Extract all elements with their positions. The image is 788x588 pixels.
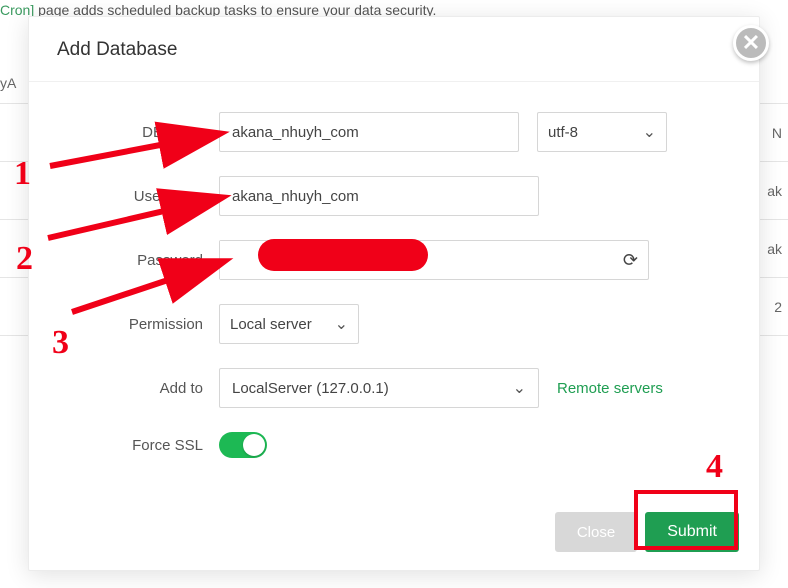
arrow-2-icon (48, 192, 228, 242)
permission-select[interactable]: Local server ⌄ (219, 304, 359, 344)
label-forcessl: Force SSL (69, 437, 219, 454)
label-addto: Add to (69, 380, 219, 397)
username-input[interactable] (219, 176, 539, 216)
password-refresh-icon[interactable]: ⟳ (623, 250, 638, 271)
label-permission: Permission (69, 316, 219, 333)
annotation-4: 4 (706, 448, 723, 486)
chevron-down-icon: ⌄ (335, 314, 348, 334)
password-redaction-overlay (258, 239, 428, 271)
annotation-2: 2 (16, 240, 33, 278)
encoding-value: utf-8 (548, 124, 578, 141)
forcessl-toggle[interactable] (219, 432, 267, 458)
dbname-input[interactable] (219, 112, 519, 152)
chevron-down-icon: ⌄ (643, 122, 656, 142)
annotation-3: 3 (52, 324, 69, 362)
addto-value: LocalServer (127.0.0.1) (232, 380, 389, 397)
close-button[interactable]: Close (555, 512, 637, 552)
row-addto: Add to LocalServer (127.0.0.1) ⌄ Remote … (69, 368, 719, 408)
arrow-1-icon (50, 128, 230, 168)
encoding-select[interactable]: utf-8 ⌄ (537, 112, 667, 152)
toggle-knob (243, 434, 265, 456)
close-icon[interactable] (733, 25, 769, 61)
chevron-down-icon: ⌄ (513, 378, 526, 398)
remote-servers-link[interactable]: Remote servers (557, 380, 663, 397)
annotation-box-submit (634, 490, 738, 550)
annotation-1: 1 (14, 155, 31, 193)
addto-select[interactable]: LocalServer (127.0.0.1) ⌄ (219, 368, 539, 408)
arrow-3-icon (72, 256, 232, 316)
permission-value: Local server (230, 316, 312, 333)
row-forcessl: Force SSL (69, 432, 719, 458)
modal-title: Add Database (29, 17, 759, 82)
